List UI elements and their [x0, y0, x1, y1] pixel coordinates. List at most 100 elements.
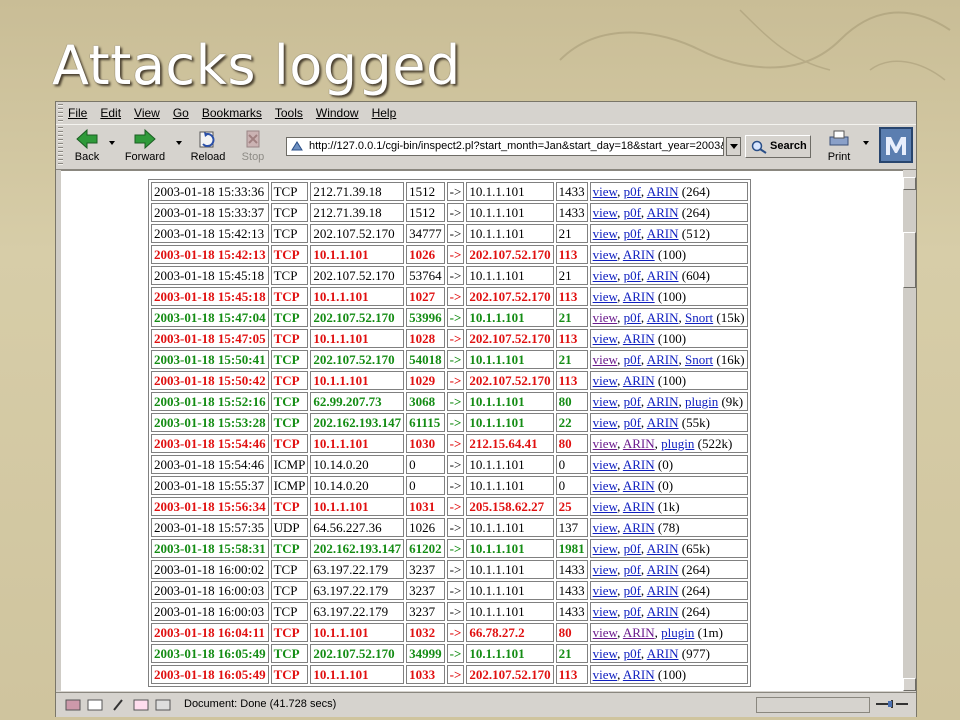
link-p0f[interactable]: p0f [624, 646, 641, 661]
link-p0f[interactable]: p0f [624, 352, 641, 367]
link-view[interactable]: view [593, 331, 617, 346]
link-view[interactable]: view [593, 625, 617, 640]
menu-edit[interactable]: Edit [100, 106, 121, 120]
cell-protocol: TCP [270, 392, 309, 411]
link-arin[interactable]: ARIN [623, 667, 655, 682]
link-arin[interactable]: ARIN [647, 268, 679, 283]
link-view[interactable]: view [593, 415, 617, 430]
link-view[interactable]: view [593, 436, 617, 451]
link-arin[interactable]: ARIN [647, 415, 679, 430]
link-arin[interactable]: ARIN [623, 331, 655, 346]
link-plugin[interactable]: plugin [685, 394, 718, 409]
link-view[interactable]: view [593, 226, 617, 241]
cell-links: view, p0f, ARIN (604) [589, 266, 748, 285]
link-p0f[interactable]: p0f [624, 205, 641, 220]
print-dropdown-icon[interactable] [863, 141, 869, 145]
forward-dropdown-icon[interactable] [176, 141, 182, 145]
link-view[interactable]: view [593, 205, 617, 220]
link-view[interactable]: view [593, 268, 617, 283]
forward-button[interactable]: Forward [122, 128, 168, 163]
link-arin[interactable]: ARIN [647, 184, 679, 199]
cell-direction-arrow: -> [446, 413, 465, 432]
link-arin[interactable]: ARIN [647, 310, 679, 325]
url-input[interactable]: http://127.0.0.1/cgi-bin/inspect2.pl?sta… [286, 137, 724, 156]
link-arin[interactable]: ARIN [647, 352, 679, 367]
online-connection-icon[interactable] [874, 697, 910, 711]
back-button[interactable]: Back [70, 128, 104, 163]
reload-button[interactable]: Reload [189, 128, 227, 163]
vertical-scrollbar[interactable] [903, 177, 916, 691]
cell-source-port: 61115 [406, 413, 445, 432]
cell-links: view, ARIN (100) [589, 245, 748, 264]
link-snort[interactable]: Snort [685, 310, 713, 325]
scroll-down-arrow[interactable] [903, 678, 916, 691]
link-arin[interactable]: ARIN [647, 541, 679, 556]
link-p0f[interactable]: p0f [624, 268, 641, 283]
link-arin[interactable]: ARIN [623, 457, 655, 472]
link-arin[interactable]: ARIN [647, 394, 679, 409]
link-view[interactable]: view [593, 667, 617, 682]
cell-source-ip: 63.197.22.179 [310, 602, 405, 621]
link-arin[interactable]: ARIN [623, 247, 655, 262]
menu-help[interactable]: Help [372, 106, 397, 120]
link-p0f[interactable]: p0f [624, 415, 641, 430]
link-view[interactable]: view [593, 541, 617, 556]
menu-bookmarks[interactable]: Bookmarks [202, 106, 262, 120]
link-p0f[interactable]: p0f [624, 310, 641, 325]
cell-timestamp: 2003-01-18 16:00:02 [151, 560, 269, 579]
link-view[interactable]: view [593, 520, 617, 535]
menu-view[interactable]: View [134, 106, 160, 120]
link-view[interactable]: view [593, 289, 617, 304]
link-view[interactable]: view [593, 583, 617, 598]
link-p0f[interactable]: p0f [624, 394, 641, 409]
link-view[interactable]: view [593, 562, 617, 577]
url-history-dropdown[interactable] [726, 137, 741, 156]
back-dropdown-icon[interactable] [109, 141, 115, 145]
link-p0f[interactable]: p0f [624, 184, 641, 199]
link-view[interactable]: view [593, 352, 617, 367]
link-view[interactable]: view [593, 604, 617, 619]
link-p0f[interactable]: p0f [624, 541, 641, 556]
link-p0f[interactable]: p0f [624, 226, 641, 241]
link-view[interactable]: view [593, 646, 617, 661]
link-arin[interactable]: ARIN [623, 499, 655, 514]
link-arin[interactable]: ARIN [623, 436, 655, 451]
scroll-thumb[interactable] [903, 232, 916, 288]
link-arin[interactable]: ARIN [623, 520, 655, 535]
link-view[interactable]: view [593, 184, 617, 199]
link-arin[interactable]: ARIN [623, 478, 655, 493]
link-view[interactable]: view [593, 457, 617, 472]
link-view[interactable]: view [593, 373, 617, 388]
link-p0f[interactable]: p0f [624, 562, 641, 577]
link-snort[interactable]: Snort [685, 352, 713, 367]
link-view[interactable]: view [593, 394, 617, 409]
menu-window[interactable]: Window [316, 106, 359, 120]
link-view[interactable]: view [593, 247, 617, 262]
menu-tools[interactable]: Tools [275, 106, 303, 120]
link-p0f[interactable]: p0f [624, 604, 641, 619]
link-arin[interactable]: ARIN [623, 373, 655, 388]
toolbar-grip[interactable] [58, 127, 63, 165]
link-arin[interactable]: ARIN [647, 646, 679, 661]
link-view[interactable]: view [593, 499, 617, 514]
link-arin[interactable]: ARIN [647, 226, 679, 241]
print-button[interactable]: Print [821, 128, 857, 163]
link-arin[interactable]: ARIN [647, 583, 679, 598]
link-p0f[interactable]: p0f [624, 583, 641, 598]
browser-throbber-logo[interactable] [879, 127, 913, 163]
link-view[interactable]: view [593, 478, 617, 493]
menu-go[interactable]: Go [173, 106, 189, 120]
link-arin[interactable]: ARIN [623, 625, 655, 640]
stop-button[interactable]: Stop [238, 128, 268, 163]
component-bar-icons[interactable] [64, 697, 174, 713]
link-arin[interactable]: ARIN [647, 562, 679, 577]
search-button[interactable]: Search [745, 135, 811, 158]
link-view[interactable]: view [593, 310, 617, 325]
link-plugin[interactable]: plugin [661, 625, 694, 640]
menu-file[interactable]: File [68, 106, 87, 120]
link-arin[interactable]: ARIN [647, 604, 679, 619]
link-arin[interactable]: ARIN [623, 289, 655, 304]
scroll-up-arrow[interactable] [903, 177, 916, 190]
link-arin[interactable]: ARIN [647, 205, 679, 220]
link-plugin[interactable]: plugin [661, 436, 694, 451]
